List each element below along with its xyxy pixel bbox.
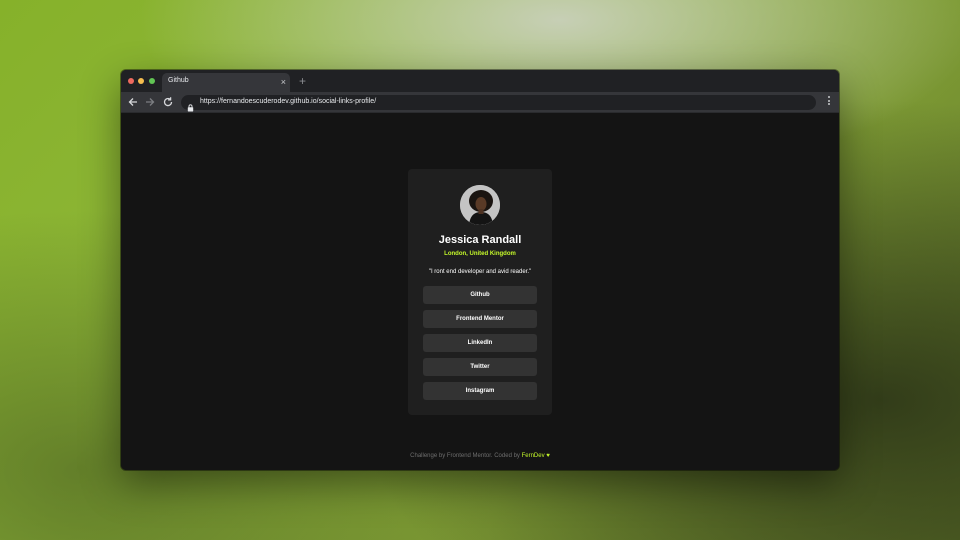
profile-location: London, United Kingdom bbox=[444, 251, 516, 257]
linkedin-link-button[interactable]: LinkedIn bbox=[423, 334, 537, 352]
browser-toolbar: https://fernandoescuderodev.github.io/so… bbox=[121, 92, 839, 113]
twitter-link-button[interactable]: Twitter bbox=[423, 358, 537, 376]
tab-title: Github bbox=[168, 77, 189, 84]
instagram-link-button[interactable]: Instagram bbox=[423, 382, 537, 400]
avatar bbox=[460, 185, 500, 225]
new-tab-icon[interactable]: + bbox=[299, 74, 306, 88]
maximize-window-button[interactable] bbox=[149, 78, 155, 84]
back-arrow-icon[interactable] bbox=[126, 95, 140, 109]
tab-close-icon[interactable]: × bbox=[281, 76, 286, 88]
reload-icon[interactable] bbox=[161, 95, 175, 109]
lock-icon bbox=[187, 99, 194, 112]
heart-icon: ♥ bbox=[546, 453, 550, 459]
author-link[interactable]: FernDev bbox=[522, 453, 545, 459]
page-viewport: Jessica Randall London, United Kingdom "… bbox=[121, 113, 839, 470]
browser-window: Github × + https://fernandoescuderodev.g… bbox=[121, 70, 839, 470]
frontend-mentor-link-button[interactable]: Frontend Mentor bbox=[423, 310, 537, 328]
more-menu-icon[interactable] bbox=[826, 96, 832, 110]
attribution-footer: Challenge by Frontend Mentor. Coded by F… bbox=[121, 453, 839, 459]
profile-bio: "I ront end developer and avid reader." bbox=[428, 269, 532, 275]
attribution-text: Challenge by Frontend Mentor. Coded by bbox=[410, 453, 522, 459]
profile-card: Jessica Randall London, United Kingdom "… bbox=[408, 169, 552, 415]
address-bar[interactable]: https://fernandoescuderodev.github.io/so… bbox=[181, 95, 816, 112]
forward-arrow-icon[interactable] bbox=[143, 95, 157, 109]
profile-name: Jessica Randall bbox=[438, 234, 522, 246]
tab-github[interactable]: Github × bbox=[162, 73, 290, 92]
tab-bar: Github × + bbox=[121, 70, 839, 92]
github-link-button[interactable]: Github bbox=[423, 286, 537, 304]
url-text[interactable]: https://fernandoescuderodev.github.io/so… bbox=[200, 98, 376, 105]
close-window-button[interactable] bbox=[128, 78, 134, 84]
minimize-window-button[interactable] bbox=[138, 78, 144, 84]
